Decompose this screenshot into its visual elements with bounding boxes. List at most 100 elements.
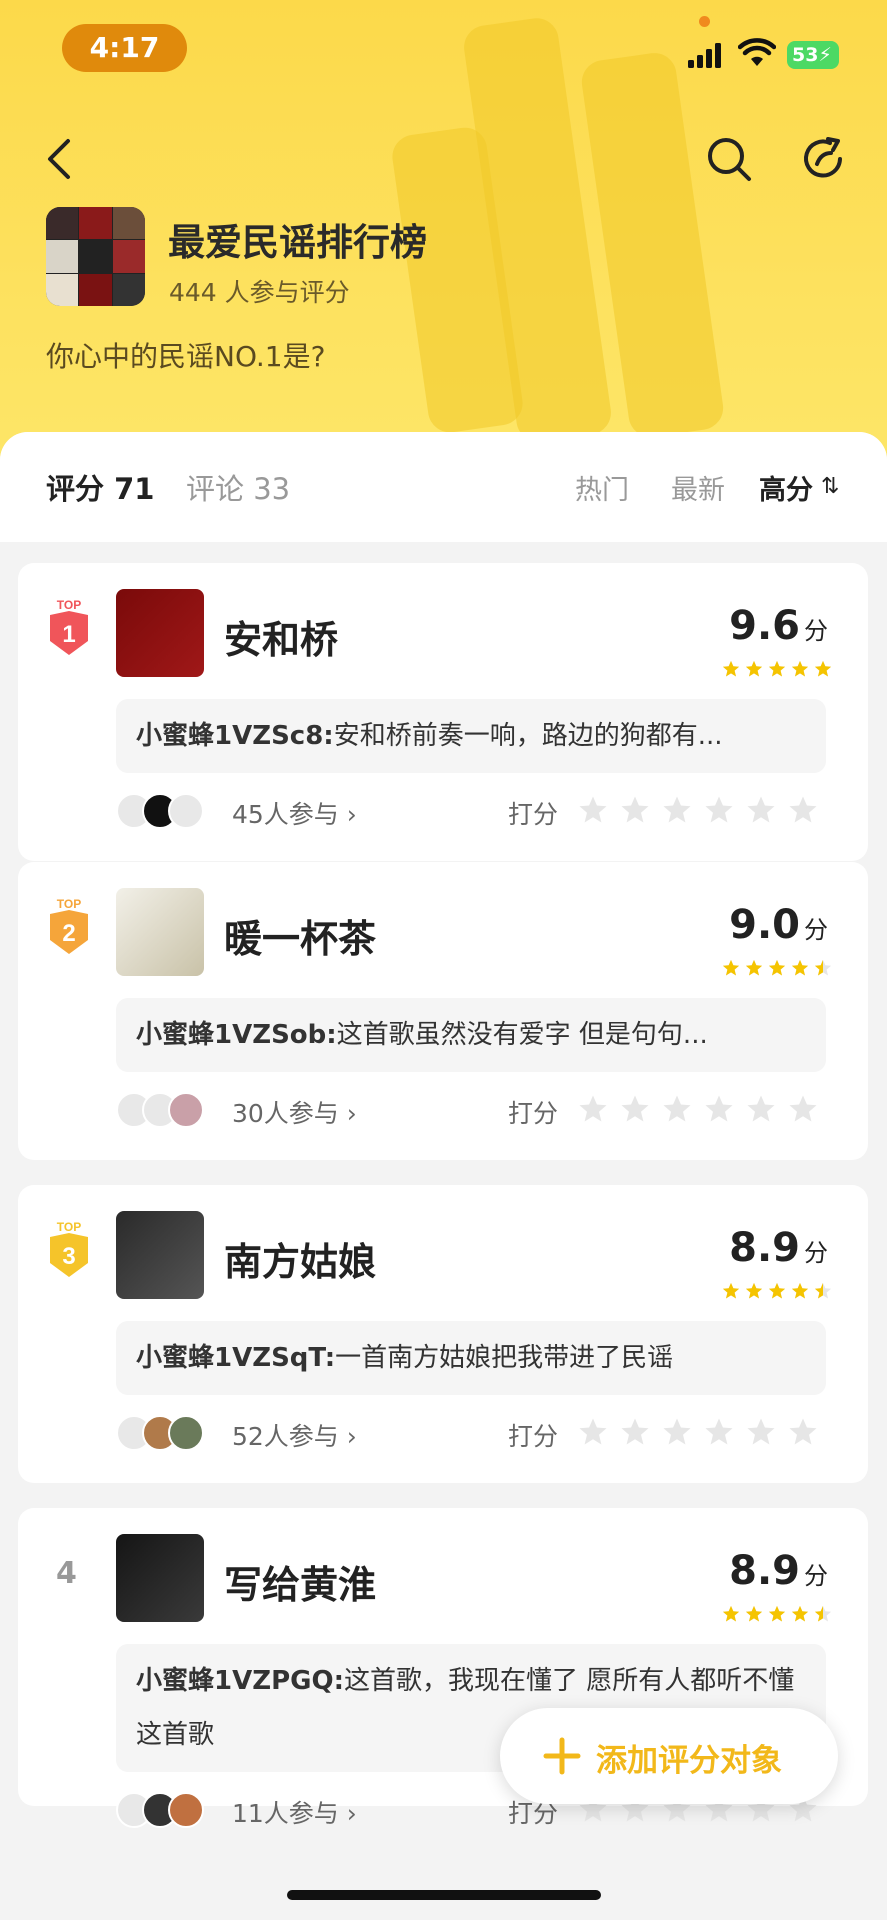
home-indicator[interactable] <box>287 1890 601 1900</box>
comment-user: 小蜜蜂1VZPGQ: <box>136 1666 344 1696</box>
star-icon-filled <box>791 1282 809 1299</box>
rate-stars-wrap[interactable] <box>578 1417 818 1451</box>
average-stars-svg <box>722 660 832 677</box>
tab-score[interactable]: 评分 71 <box>46 466 154 508</box>
svg-text:2: 2 <box>62 920 75 947</box>
rate-stars-wrap[interactable] <box>578 795 818 829</box>
top-comment[interactable]: 小蜜蜂1VZSob:这首歌虽然没有爱字 但是句句... <box>116 998 826 1072</box>
sort-new[interactable]: 最新 <box>671 468 725 507</box>
rate-label: 打分 <box>508 1422 559 1451</box>
svg-text:3: 3 <box>62 1243 75 1270</box>
star-icon-filled <box>745 660 763 677</box>
score-unit: 分 <box>804 1239 828 1267</box>
song-name[interactable]: 写给黄淮 <box>224 1554 376 1609</box>
search-icon[interactable] <box>705 135 753 183</box>
comment-user: 小蜜蜂1VZSqT: <box>136 1343 336 1373</box>
song-cover[interactable] <box>116 589 204 677</box>
back-icon[interactable] <box>40 135 80 183</box>
average-stars <box>722 959 832 979</box>
recording-dot <box>699 16 710 27</box>
wifi-icon <box>738 38 776 66</box>
battery-indicator: 53⚡ <box>787 41 839 69</box>
join-count-link[interactable]: 52人参与 › <box>232 1417 357 1453</box>
avatar <box>168 1092 204 1128</box>
status-time: 4:17 <box>62 24 187 72</box>
top-comment[interactable]: 小蜜蜂1VZSqT:一首南方姑娘把我带进了民谣 <box>116 1321 826 1395</box>
rank-badge-icon: TOP 1 <box>50 598 88 655</box>
star-icon <box>789 1418 817 1445</box>
star-icon <box>579 1095 607 1122</box>
join-count-link[interactable]: 11人参与 › <box>232 1794 357 1830</box>
star-icon <box>663 1095 691 1122</box>
add-rating-label: 添加评分对象 <box>596 1743 782 1779</box>
ranking-card[interactable]: TOP 3 南方姑娘 8.9 分 小蜜蜂1VZSqT:一首南方姑娘把我带进了民谣 … <box>18 1185 868 1483</box>
comment-user: 小蜜蜂1VZSob: <box>136 1020 337 1050</box>
playlist-cover <box>46 207 145 306</box>
share-icon[interactable] <box>800 135 848 183</box>
comment-user: 小蜜蜂1VZSc8: <box>136 721 334 751</box>
sort-hot[interactable]: 热门 <box>575 468 629 507</box>
star-icon-filled <box>745 959 763 976</box>
star-icon <box>747 1418 775 1445</box>
score-value: 8.9 <box>729 1225 800 1271</box>
question-text: 你心中的民谣NO.1是? <box>46 340 326 373</box>
star-icon <box>789 1095 817 1122</box>
sort-toggle-icon[interactable]: ⇅ <box>821 474 839 499</box>
svg-text:TOP: TOP <box>57 897 81 911</box>
star-icon <box>621 796 649 823</box>
ranking-card[interactable]: TOP 1 安和桥 9.6 分 小蜜蜂1VZSc8:安和桥前奏一响，路边的狗都有.… <box>18 563 868 861</box>
svg-text:TOP: TOP <box>57 1220 81 1234</box>
svg-text:1: 1 <box>62 621 75 648</box>
participant-count: 444 人参与评分 <box>169 278 350 307</box>
song-name[interactable]: 安和桥 <box>224 609 338 664</box>
score-unit: 分 <box>804 617 828 645</box>
star-icon <box>621 1095 649 1122</box>
rate-stars[interactable] <box>578 1094 818 1124</box>
star-icon <box>705 1095 733 1122</box>
star-icon <box>705 796 733 823</box>
song-name[interactable]: 南方姑娘 <box>224 1231 376 1286</box>
score-value: 8.9 <box>729 1548 800 1594</box>
signal-icon <box>688 43 721 68</box>
score-box: 8.9 分 <box>729 1225 828 1271</box>
page-title: 最爱民谣排行榜 <box>168 221 427 264</box>
star-icon <box>579 1418 607 1445</box>
avatar <box>168 793 204 829</box>
add-rating-button[interactable]: 添加评分对象 <box>500 1708 838 1804</box>
comment-text: 一首南方姑娘把我带进了民谣 <box>335 1343 674 1373</box>
chevron-right-icon: › <box>346 1099 357 1128</box>
star-icon <box>747 1095 775 1122</box>
rate-stars-wrap[interactable] <box>578 1094 818 1128</box>
join-count: 11人参与 <box>232 1799 339 1828</box>
star-icon <box>579 796 607 823</box>
star-icon-filled <box>768 1282 786 1299</box>
tab-comment[interactable]: 评论 33 <box>186 466 290 508</box>
song-cover[interactable] <box>116 1534 204 1622</box>
average-stars <box>722 1605 832 1625</box>
rate-stars[interactable] <box>578 1417 818 1447</box>
song-name[interactable]: 暖一杯茶 <box>224 908 376 963</box>
score-value: 9.6 <box>729 603 800 649</box>
join-count-link[interactable]: 45人参与 › <box>232 795 357 831</box>
chevron-right-icon: › <box>346 800 357 829</box>
join-count-link[interactable]: 30人参与 › <box>232 1094 357 1130</box>
ranking-card[interactable]: TOP 2 暖一杯茶 9.0 分 小蜜蜂1VZSob:这首歌虽然没有爱字 但是句句… <box>18 862 868 1160</box>
star-icon <box>663 796 691 823</box>
avatar <box>168 1415 204 1451</box>
plus-icon <box>543 1737 581 1775</box>
rate-label: 打分 <box>508 800 559 829</box>
battery-level: 53 <box>792 44 819 66</box>
chevron-right-icon: › <box>346 1422 357 1451</box>
rate-stars[interactable] <box>578 795 818 825</box>
star-icon-filled <box>768 1605 786 1622</box>
sort-high[interactable]: 高分 <box>759 468 813 507</box>
score-unit: 分 <box>804 916 828 944</box>
star-icon-filled <box>745 1282 763 1299</box>
rank-badge-icon: TOP 3 <box>50 1220 88 1277</box>
top-comment[interactable]: 小蜜蜂1VZSc8:安和桥前奏一响，路边的狗都有... <box>116 699 826 773</box>
avatar <box>168 1792 204 1828</box>
song-cover[interactable] <box>116 888 204 976</box>
star-icon-filled <box>722 1282 740 1299</box>
star-icon-filled <box>768 660 786 677</box>
song-cover[interactable] <box>116 1211 204 1299</box>
